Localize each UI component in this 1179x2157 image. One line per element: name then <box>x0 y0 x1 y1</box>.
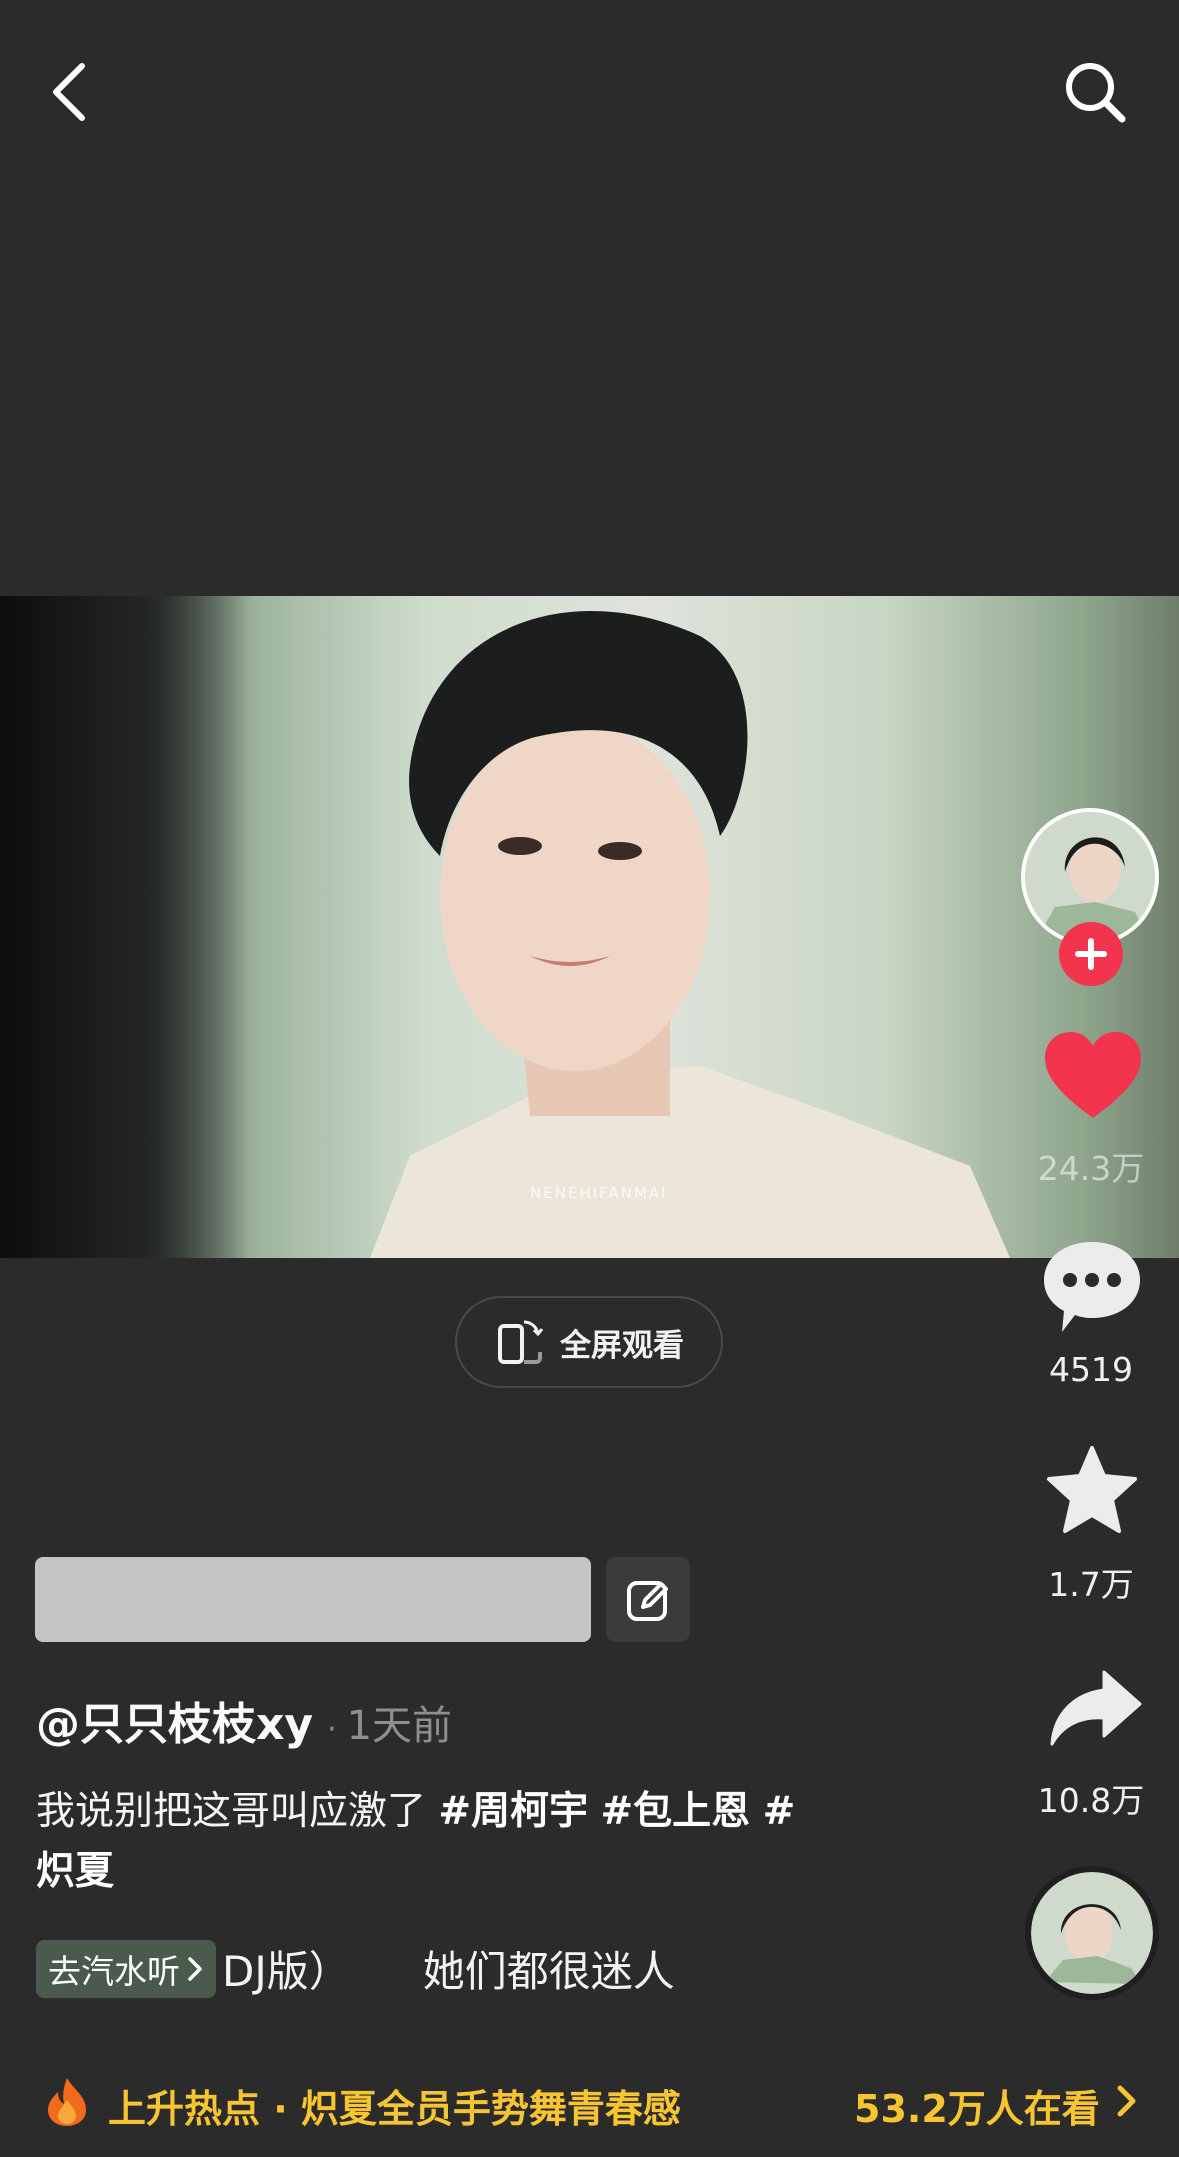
comment-button[interactable] <box>1040 1238 1144 1340</box>
song-fragment: DJ版） <box>222 1947 351 1996</box>
redacted-text-block <box>35 1557 591 1642</box>
favorite-button[interactable] <box>1045 1444 1139 1538</box>
music-title[interactable]: DJ版） 她们都很迷人 <box>222 1938 675 1999</box>
search-button[interactable] <box>1055 52 1135 132</box>
qishui-label: 去汽水听 <box>48 1951 180 1991</box>
video-watermark: NENEHIFANMAI <box>530 1184 668 1202</box>
chevron-left-icon <box>53 63 85 121</box>
search-icon <box>1066 63 1126 123</box>
edit-button[interactable] <box>606 1557 690 1642</box>
edit-icon <box>627 1580 668 1621</box>
artist-fragment: 她们都很迷人 <box>422 1947 675 1996</box>
comment-count: 4519 <box>1049 1350 1133 1389</box>
rotate-phone-icon <box>498 1320 544 1364</box>
post-caption: 我说别把这哥叫应激了 #周柯宇 #包上恩 # 炽夏 <box>36 1782 886 1902</box>
video-background-blur <box>0 596 250 1258</box>
post-time: 1天前 <box>346 1703 453 1749</box>
fullscreen-label: 全屏观看 <box>560 1327 684 1364</box>
author-name[interactable]: @只只枝枝xy <box>36 1688 313 1752</box>
hot-topic-bar[interactable]: 上升热点 · 炽夏全员手势舞青春感 53.2万人在看 <box>0 2058 1179 2142</box>
hashtag[interactable]: 炽夏 <box>36 1849 114 1894</box>
follow-button[interactable] <box>1059 922 1123 986</box>
qishui-listen-button[interactable]: 去汽水听 <box>36 1939 216 1998</box>
hashtag[interactable]: #周柯宇 <box>438 1789 588 1834</box>
share-count: 10.8万 <box>1037 1781 1145 1820</box>
favorite-count: 1.7万 <box>1048 1565 1134 1604</box>
viewer-count: 53.2万人在看 <box>854 2087 1100 2131</box>
heart-icon <box>1045 1032 1141 1118</box>
video-player[interactable]: NENEHIFANMAI <box>0 596 1179 1258</box>
hashtag[interactable]: #包上恩 <box>601 1789 751 1834</box>
flame-icon <box>48 2078 86 2126</box>
chevron-right-icon <box>1117 2085 1136 2117</box>
back-button[interactable] <box>30 52 110 132</box>
hot-topic-label: 上升热点 · 炽夏全员手势舞青春感 <box>108 2087 681 2131</box>
music-cover-image <box>1031 1872 1153 1994</box>
author-line: @只只枝枝xy · 1天前 <box>36 1688 452 1752</box>
music-disc[interactable] <box>1025 1866 1159 2000</box>
like-count: 24.3万 <box>1037 1149 1145 1188</box>
caption-text: 我说别把这哥叫应激了 <box>36 1789 439 1834</box>
music-row: 去汽水听 DJ版） 她们都很迷人 <box>36 1938 675 1999</box>
chevron-right-icon <box>188 1956 202 1981</box>
plus-icon <box>1075 938 1107 970</box>
separator-dot: · <box>327 1712 337 1747</box>
hashtag[interactable]: # <box>763 1789 796 1834</box>
share-button[interactable] <box>1048 1668 1142 1752</box>
video-frame-person <box>370 611 1010 1258</box>
star-icon <box>1047 1446 1137 1533</box>
comment-icon <box>1044 1242 1140 1332</box>
fullscreen-button[interactable]: 全屏观看 <box>455 1296 723 1388</box>
share-icon <box>1050 1670 1142 1746</box>
like-button[interactable] <box>1043 1030 1143 1126</box>
